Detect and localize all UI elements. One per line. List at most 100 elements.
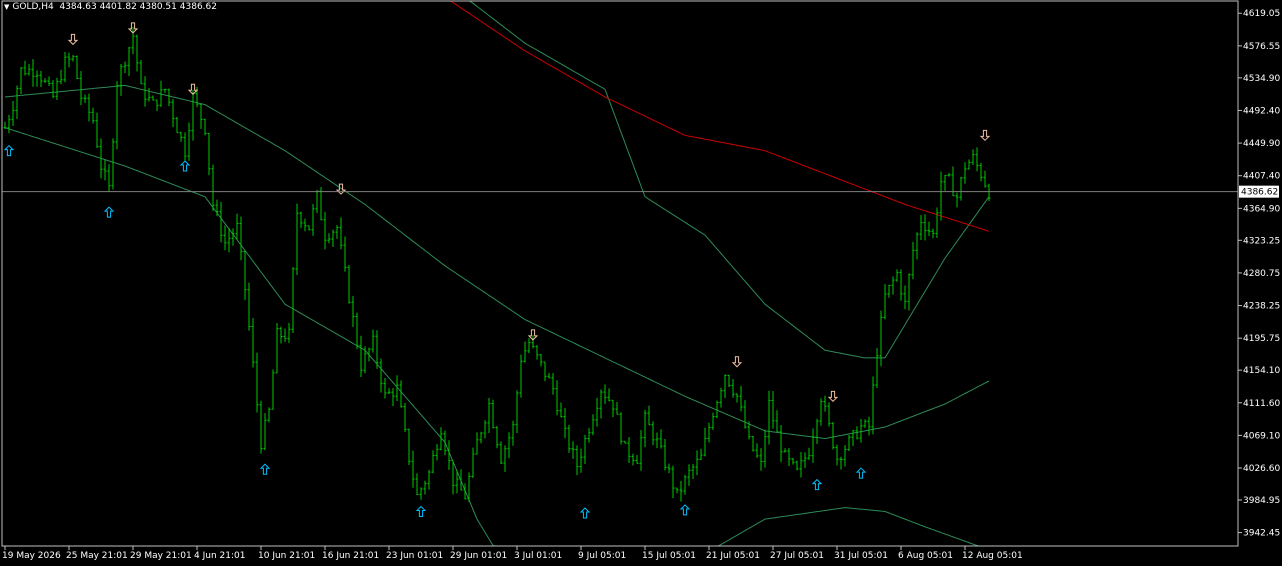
x-tick-label: 6 Aug 05:01 bbox=[898, 551, 953, 561]
ohlc-bar bbox=[671, 465, 675, 498]
ohlc-bar bbox=[811, 428, 815, 463]
ohlc-bar bbox=[983, 170, 987, 188]
arrow-up-icon bbox=[679, 504, 691, 516]
ohlc-bar bbox=[491, 399, 495, 429]
price-chart[interactable]: 4386.62 4619.05 4576.55 4534.90 4492.40 4449… bbox=[0, 0, 1282, 562]
ohlc-bar bbox=[227, 227, 231, 253]
ohlc-bar bbox=[119, 63, 123, 96]
x-tick-label: 29 Jun 01:01 bbox=[450, 551, 507, 561]
ohlc-bar bbox=[783, 448, 787, 453]
ohlc-bar bbox=[323, 211, 327, 250]
x-tick-label: 21 Jul 05:01 bbox=[706, 551, 760, 561]
y-tick-label: 4238.25 bbox=[1243, 302, 1280, 312]
ohlc-bar bbox=[431, 450, 435, 474]
ohlc-bar bbox=[11, 101, 15, 127]
ohlc-bar bbox=[507, 432, 511, 459]
ohlc-bar bbox=[835, 444, 839, 466]
ohlc-bar bbox=[415, 473, 419, 496]
x-tick-label: 23 Jun 01:01 bbox=[386, 551, 443, 561]
ohlc-bar bbox=[639, 430, 643, 471]
x-tick-label: 4 Jun 21:01 bbox=[194, 551, 245, 561]
ohlc-bar bbox=[387, 388, 391, 394]
ohlc-bar bbox=[851, 429, 855, 447]
ma-red-line bbox=[445, 0, 990, 232]
ohlc-bar bbox=[479, 431, 483, 444]
ohlc-bar bbox=[899, 269, 903, 301]
ohlc-bar bbox=[359, 335, 363, 377]
ohlc-bar bbox=[495, 425, 499, 449]
ohlc-bar bbox=[235, 213, 239, 240]
dropdown-triangle-icon[interactable]: ▼ bbox=[4, 3, 9, 11]
ohlc-bar bbox=[663, 438, 667, 471]
ohlc-bar bbox=[15, 85, 19, 119]
ohlc-bar bbox=[695, 450, 699, 476]
ohlc-bar bbox=[891, 276, 895, 295]
ohlc-bar bbox=[579, 448, 583, 473]
arrow-down-icon bbox=[731, 356, 743, 368]
ohlc-bar bbox=[295, 203, 299, 276]
ohlc-bar bbox=[219, 201, 223, 243]
ohlc-bar bbox=[895, 269, 899, 282]
ohlc-bar bbox=[979, 162, 983, 182]
arrow-down-icon bbox=[335, 183, 347, 195]
ohlc-bar bbox=[471, 447, 475, 478]
ohlc-bar bbox=[527, 338, 531, 354]
y-tick-label: 4026.60 bbox=[1243, 464, 1280, 474]
chart-window[interactable]: 4386.62 4619.05 4576.55 4534.90 4492.40 4449… bbox=[0, 0, 1282, 562]
ohlc-bar bbox=[463, 483, 467, 500]
ohlc-bar bbox=[935, 207, 939, 238]
ohlc-high: 4401.82 bbox=[99, 2, 137, 12]
ohlc-bar bbox=[243, 250, 247, 301]
ohlc-bar bbox=[315, 190, 319, 214]
ohlc-bar bbox=[239, 216, 243, 261]
ohlc-bar bbox=[927, 221, 931, 236]
ohlc-bar bbox=[595, 397, 599, 427]
ohlc-bar bbox=[931, 228, 935, 239]
ohlc-bar bbox=[627, 437, 631, 463]
ohlc-bar bbox=[247, 282, 251, 331]
ohlc-bar bbox=[259, 400, 263, 454]
ohlc-bar bbox=[775, 410, 779, 433]
ohlc-bars bbox=[3, 26, 991, 502]
ohlc-bar bbox=[487, 397, 491, 434]
y-tick-label: 4154.10 bbox=[1243, 366, 1280, 376]
ohlc-bar bbox=[171, 99, 175, 128]
ohlc-bar bbox=[307, 225, 311, 231]
ohlc-bar bbox=[367, 347, 371, 362]
ohlc-open: 4384.63 bbox=[59, 2, 97, 12]
y-tick-label: 4576.55 bbox=[1243, 42, 1280, 52]
ohlc-bar bbox=[735, 393, 739, 403]
ohlc-bar bbox=[567, 425, 571, 453]
ohlc-bar bbox=[687, 464, 691, 486]
ohlc-bar bbox=[139, 59, 143, 85]
x-tick-label: 27 Jul 05:01 bbox=[770, 551, 824, 561]
ohlc-bar bbox=[391, 388, 395, 407]
ohlc-bar bbox=[175, 116, 179, 134]
ohlc-bar bbox=[771, 391, 775, 429]
ohlc-bar bbox=[643, 409, 647, 448]
ohlc-bar bbox=[147, 87, 151, 102]
ohlc-bar bbox=[155, 99, 159, 112]
ohlc-bar bbox=[435, 444, 439, 461]
ohlc-bar bbox=[107, 164, 111, 192]
ohlc-bar bbox=[903, 285, 907, 310]
ohlc-bar bbox=[763, 429, 767, 468]
ohlc-bar bbox=[43, 78, 47, 83]
ohlc-bar bbox=[459, 469, 463, 491]
ohlc-bar bbox=[803, 452, 807, 468]
ohlc-bar bbox=[79, 71, 83, 106]
arrow-up-icon bbox=[415, 505, 427, 517]
ohlc-close: 4386.62 bbox=[179, 2, 217, 12]
ohlc-bar bbox=[339, 217, 343, 250]
arrow-up-icon bbox=[811, 478, 823, 491]
ohlc-bar bbox=[103, 159, 107, 181]
ohlc-bar bbox=[151, 95, 155, 101]
ohlc-bar bbox=[263, 413, 267, 451]
arrow-up-icon bbox=[103, 206, 115, 218]
ohlc-bar bbox=[591, 414, 595, 436]
ohlc-bar bbox=[599, 389, 603, 419]
ohlc-bar bbox=[123, 61, 127, 74]
y-tick-label: 4407.40 bbox=[1243, 172, 1280, 182]
ohlc-bar bbox=[751, 435, 755, 452]
ohlc-bar bbox=[923, 214, 927, 241]
